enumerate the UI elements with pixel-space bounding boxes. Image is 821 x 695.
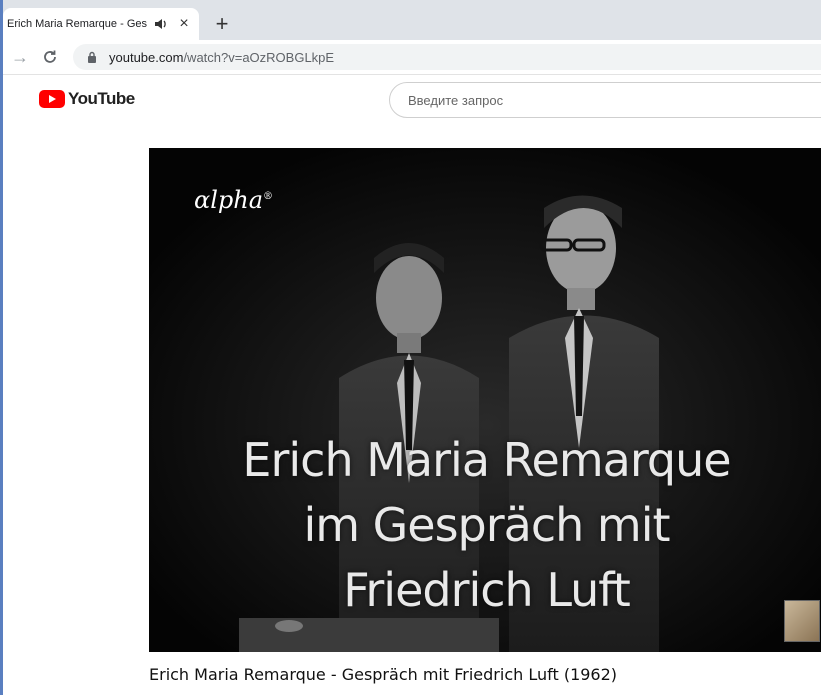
tab-active[interactable]: Erich Maria Remarque - Gespräch mit Frie… (3, 8, 199, 40)
video-overlay-line1: Erich Maria Remarque (242, 433, 731, 487)
channel-brand: αlpha® (194, 186, 273, 214)
forward-icon[interactable]: → (9, 46, 31, 68)
youtube-play-icon (39, 90, 65, 108)
youtube-logo[interactable]: YouTube (39, 89, 135, 109)
tab-strip: Erich Maria Remarque - Gespräch mit Frie… (3, 0, 821, 40)
address-bar[interactable]: youtube.com/watch?v=aOzROBGLkpE (73, 44, 821, 70)
corner-thumbnail[interactable] (784, 600, 820, 642)
video-title: Erich Maria Remarque - Gespräch mit Frie… (149, 665, 618, 684)
youtube-header: YouTube (3, 75, 821, 125)
lock-icon[interactable] (85, 50, 99, 64)
youtube-logo-text: YouTube (68, 89, 135, 108)
video-overlay-line2: im Gespräch mit (303, 498, 670, 552)
speaker-icon[interactable] (153, 16, 169, 32)
address-toolbar: → youtube.com/watch?v=aOzROBGLkpE (3, 40, 821, 75)
browser-window: Erich Maria Remarque - Gespräch mit Frie… (0, 0, 821, 695)
tab-title: Erich Maria Remarque - Gespräch mit Frie… (7, 18, 147, 30)
search-box[interactable] (389, 82, 821, 118)
registered-mark: ® (263, 191, 274, 202)
channel-brand-text: αlpha (194, 186, 264, 214)
url-host: youtube.com (109, 49, 184, 65)
url-path: /watch?v=aOzROBGLkpE (183, 49, 335, 65)
reload-icon[interactable] (39, 46, 61, 68)
video-player[interactable]: αlpha® Erich Maria Remarque im Gespräch … (149, 148, 821, 652)
video-overlay-line3: Friedrich Luft (343, 563, 630, 617)
url-text: youtube.com/watch?v=aOzROBGLkpE (109, 50, 334, 65)
search-input[interactable] (406, 91, 810, 109)
close-icon[interactable]: × (175, 15, 193, 33)
plus-icon[interactable]: + (210, 11, 234, 36)
